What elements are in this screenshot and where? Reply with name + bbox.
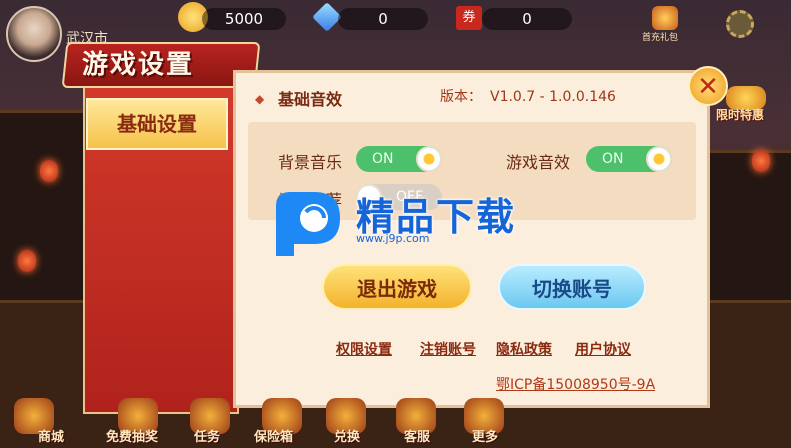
switch-account-button[interactable]: 切换账号 bbox=[498, 264, 646, 310]
link-user-agreement[interactable]: 用户协议 bbox=[575, 339, 631, 359]
close-icon[interactable]: ✕ bbox=[688, 66, 728, 106]
lantern-icon bbox=[752, 150, 770, 172]
dock-label-task[interactable]: 任务 bbox=[194, 426, 220, 445]
link-permissions[interactable]: 权限设置 bbox=[336, 339, 392, 359]
exit-game-button[interactable]: 退出游戏 bbox=[322, 264, 472, 310]
avatar[interactable] bbox=[6, 6, 62, 62]
ticket-count: 0 bbox=[482, 8, 572, 30]
icp-license-link[interactable]: 鄂ICP备15008950号-9A bbox=[496, 374, 655, 394]
tab-basic-settings[interactable]: 基础设置 bbox=[86, 98, 228, 150]
dock-label-more[interactable]: 更多 bbox=[472, 426, 498, 445]
watermark-logo-icon bbox=[276, 192, 340, 256]
event-label[interactable]: 限时特惠 bbox=[716, 106, 764, 123]
version-value: V1.0.7 - 1.0.0.146 bbox=[490, 89, 616, 105]
coin-count: 5000 bbox=[202, 8, 286, 30]
dock-label-service[interactable]: 客服 bbox=[404, 426, 430, 445]
dock-label-lottery[interactable]: 免费抽奖 bbox=[106, 426, 158, 445]
link-delete-account[interactable]: 注销账号 bbox=[420, 339, 476, 359]
first-recharge-label[interactable]: 首充礼包 bbox=[642, 30, 678, 43]
diamond-bullet-icon: ◆ bbox=[255, 92, 265, 106]
lantern-icon bbox=[40, 160, 58, 182]
lantern-icon bbox=[18, 250, 36, 272]
toggle-knob[interactable] bbox=[646, 146, 672, 172]
toggle-knob[interactable] bbox=[416, 146, 442, 172]
section-title: 基础音效 bbox=[278, 90, 343, 109]
ticket-icon: 券 bbox=[456, 6, 482, 30]
diamond-count: 0 bbox=[338, 8, 428, 30]
link-privacy-policy[interactable]: 隐私政策 bbox=[496, 339, 552, 359]
gear-icon[interactable] bbox=[726, 10, 754, 38]
version-info: 版本： V1.0.7 - 1.0.0.146 bbox=[440, 86, 616, 106]
watermark-url: www.j9p.com bbox=[356, 232, 430, 245]
dock-label-safe[interactable]: 保险箱 bbox=[254, 426, 293, 445]
gift-icon[interactable] bbox=[652, 6, 678, 30]
setting-label-sfx: 游戏音效 bbox=[506, 153, 571, 172]
dialog-title: 游戏设置 bbox=[82, 50, 195, 80]
setting-label-bgm: 背景音乐 bbox=[278, 153, 343, 172]
version-label: 版本： bbox=[440, 89, 482, 105]
dock-label-shop[interactable]: 商城 bbox=[38, 426, 64, 445]
dock-label-exchange[interactable]: 兑换 bbox=[334, 426, 360, 445]
